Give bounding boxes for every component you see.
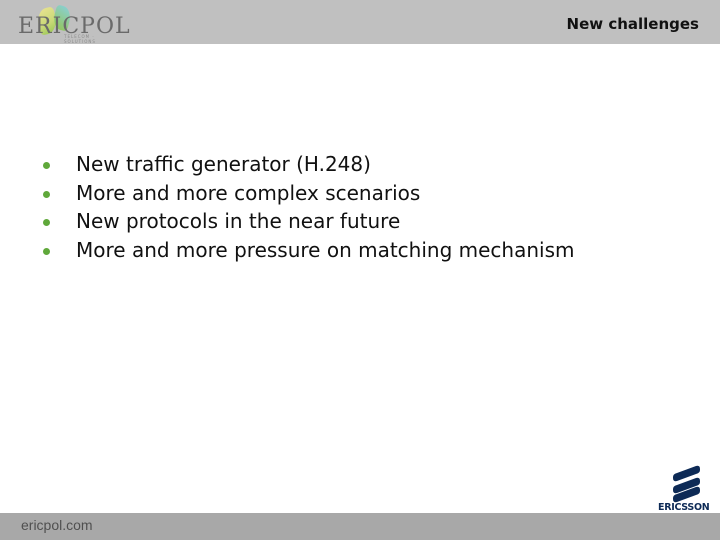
slide-title: New challenges bbox=[566, 15, 699, 33]
footer-website: ericpol.com bbox=[21, 517, 93, 533]
bullet-text: More and more complex scenarios bbox=[76, 180, 421, 205]
bullet-item: New traffic generator (H.248) bbox=[42, 150, 575, 179]
header-bar: ERICPOL TELECOM · SOLUTIONS New challeng… bbox=[0, 0, 720, 44]
bullet-item: More and more pressure on matching mecha… bbox=[42, 236, 575, 265]
footer-bar: ericpol.com bbox=[0, 513, 720, 540]
ericsson-logo-text: ERICSSON bbox=[658, 502, 710, 513]
bullet-text: New traffic generator (H.248) bbox=[76, 152, 371, 176]
bullet-item: More and more complex scenarios bbox=[42, 179, 575, 208]
logo-subtext: TELECOM · SOLUTIONS bbox=[64, 34, 96, 44]
bullet-item: New protocols in the near future bbox=[42, 207, 575, 236]
bullet-dot-icon bbox=[43, 162, 50, 169]
bullet-dot-icon bbox=[43, 247, 50, 255]
bullet-text: New protocols in the near future bbox=[76, 209, 401, 233]
bullet-dot-icon bbox=[43, 219, 50, 226]
bullet-text: More and more pressure on matching mecha… bbox=[76, 237, 575, 262]
bullet-list: New traffic generator (H.248) More and m… bbox=[42, 150, 575, 264]
ericpol-logo: ERICPOL TELECOM · SOLUTIONS bbox=[14, 4, 130, 44]
ericsson-stripes-icon bbox=[673, 465, 700, 503]
bullet-dot-icon bbox=[43, 190, 50, 198]
ericsson-logo: ERICSSON bbox=[656, 464, 718, 514]
